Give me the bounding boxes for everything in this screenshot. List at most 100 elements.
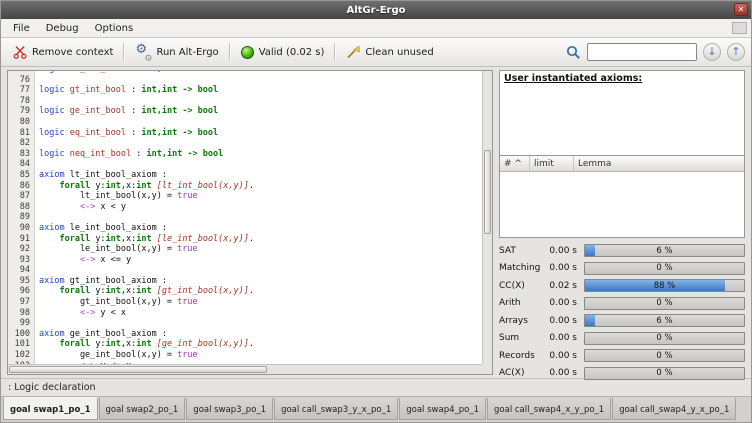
code-line: 85axiom lt_int_bool_axiom : [8,170,482,181]
toolbar-separator [229,43,231,61]
code-line: 100axiom ge_int_bool_axiom : [8,329,482,340]
stat-progressbar-ccx: 88 % [584,279,745,292]
line-number: 76 [8,75,35,86]
search-prev-button[interactable]: ↑ [727,43,745,61]
code-line: 77logic gt_int_bool : int,int -> bool [8,85,482,96]
code-line: 101 forall y:int,x:int [ge_int_bool(x,y)… [8,339,482,350]
run-alt-ergo-button[interactable]: ⚙⚙ Run Alt-Ergo [129,42,224,63]
menu-item-debug[interactable]: Debug [38,22,87,35]
tab-goal-swap2-po-1[interactable]: goal swap2_po_1 [99,398,186,420]
code-text: forall y:int,x:int [lt_int_bool(x,y)]. [35,181,254,192]
column-header-num[interactable]: # ^ [500,156,530,171]
stat-label-sat: SAT [499,246,545,256]
stat-row-matching: Matching0.00 s0 % [499,262,745,275]
line-number: 97 [8,297,35,308]
editor-hscrollbar[interactable] [8,364,482,374]
toolbar-separator [123,43,125,61]
code-line: 82 [8,138,482,149]
stat-row-sat: SAT0.00 s6 % [499,244,745,257]
lemma-table-body[interactable] [500,172,744,237]
code-text: axiom le_int_bool_axiom : [35,223,167,234]
stat-label-sum: Sum [499,333,545,343]
line-number: 78 [8,96,35,107]
line-number: 77 [8,85,35,96]
stat-time-records: 0.00 s [545,351,584,361]
line-number: 94 [8,265,35,276]
line-number: 101 [8,339,35,350]
code-text: axiom lt_int_bool_axiom : [35,170,167,181]
stat-label-acx: AC(X) [499,368,545,378]
code-text: <-> x < y [35,202,126,213]
tab-goal-swap4-po-1[interactable]: goal swap4_po_1 [399,398,486,420]
code-text: le_int_bool(x,y) = true [35,244,198,255]
stat-row-records: Records0.00 s0 % [499,349,745,362]
instantiated-axioms-title: User instantiated axioms: [504,73,642,84]
line-number: 88 [8,202,35,213]
status-bar: : Logic declaration [1,378,751,396]
stat-progressbar-sum: 0 % [584,332,745,345]
code-line: 86 forall y:int,x:int [lt_int_bool(x,y)]… [8,181,482,192]
stats-list: SAT0.00 s6 %Matching0.00 s0 %CC(X)0.02 s… [499,238,745,380]
close-button[interactable]: ✕ [734,3,748,16]
code-text: gt_int_bool(x,y) = true [35,297,198,308]
code-line: 95axiom gt_int_bool_axiom : [8,276,482,287]
code-line: 84 [8,159,482,170]
instantiated-axioms-panel[interactable]: User instantiated axioms: [499,70,745,156]
line-number: 93 [8,255,35,266]
search-group: ↓ ↑ [566,43,745,61]
code-line: 87 lt_int_bool(x,y) = true [8,191,482,202]
right-panel: User instantiated axioms: # ^limitLemma … [499,70,745,375]
column-header-lemma[interactable]: Lemma [574,156,744,171]
tab-goal-swap3-po-1[interactable]: goal swap3_po_1 [186,398,273,420]
search-input[interactable] [587,43,697,61]
tab-goal-call-swap4-y-x-po-1[interactable]: goal call_swap4_y_x_po_1 [612,398,736,420]
code-text [35,265,39,276]
clean-unused-button[interactable]: Clean unused [340,42,439,62]
stat-progressbar-arrays: 6 % [584,314,745,327]
menu-item-options[interactable]: Options [87,22,142,35]
valid-label: Valid (0.02 s) [259,47,325,58]
code-line: 102 ge_int_bool(x,y) = true [8,350,482,361]
editor-vscrollbar[interactable] [482,71,492,364]
code-line: 81logic eq_int_bool : int,int -> bool [8,128,482,139]
gears-icon: ⚙⚙ [135,45,151,60]
menu-item-file[interactable]: File [5,22,38,35]
code-line: 94 [8,265,482,276]
code-text [35,138,39,149]
line-number: 79 [8,106,35,117]
stat-percent-matching: 0 % [585,263,744,274]
line-number: 99 [8,318,35,329]
code-text [35,212,39,223]
code-line: 91 forall y:int,x:int [le_int_bool(x,y)]… [8,234,482,245]
stat-time-sat: 0.00 s [545,246,584,256]
status-text: : Logic declaration [8,382,96,393]
vscroll-thumb[interactable] [484,150,491,234]
tab-goal-swap1-po-1[interactable]: goal swap1_po_1 [3,397,98,420]
valid-status: Valid (0.02 s) [235,43,331,62]
code-line: 79logic ge_int_bool : int,int -> bool [8,106,482,117]
code-text: logic gt_int_bool : int,int -> bool [35,85,218,96]
tab-goal-call-swap4-x-y-po-1[interactable]: goal call_swap4_x_y_po_1 [487,398,611,420]
search-next-button[interactable]: ↓ [703,43,721,61]
code-line: 99 [8,318,482,329]
code-line: 80 [8,117,482,128]
line-number: 96 [8,286,35,297]
column-header-limit[interactable]: limit [530,156,574,171]
toolbar: Remove context ⚙⚙ Run Alt-Ergo Valid (0.… [1,38,751,67]
stat-progressbar-sat: 6 % [584,244,745,257]
line-number: 89 [8,212,35,223]
stat-time-arrays: 0.00 s [545,316,584,326]
tab-goal-call-swap3-y-x-po-1[interactable]: goal call_swap3_y_x_po_1 [274,398,398,420]
stat-time-matching: 0.00 s [545,263,584,273]
hscroll-thumb[interactable] [9,366,267,373]
code-text [35,75,39,86]
remove-context-button[interactable]: Remove context [7,42,119,62]
line-number: 80 [8,117,35,128]
stat-label-ccx: CC(X) [499,281,545,291]
stat-percent-sat: 6 % [585,245,744,256]
code-line: 78 [8,96,482,107]
code-text: ge_int_bool(x,y) = true [35,350,198,361]
stat-percent-records: 0 % [585,350,744,361]
code-editor[interactable]: 75logic lt_int_bool : int,int -> bool767… [7,70,493,375]
stat-percent-ccx: 88 % [585,280,744,291]
